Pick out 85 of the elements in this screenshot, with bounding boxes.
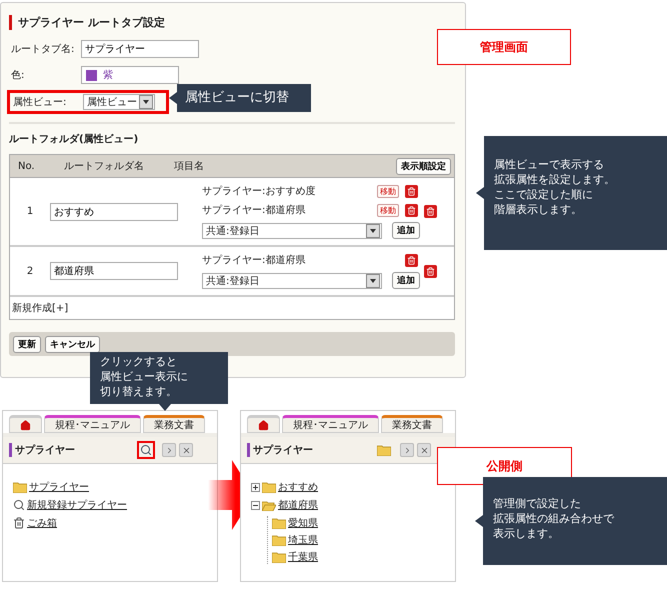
folder-icon xyxy=(272,552,286,562)
collapse-toggle[interactable] xyxy=(251,500,260,510)
tree-link[interactable]: ごみ箱 xyxy=(27,516,57,530)
row-number: 1 xyxy=(26,206,34,217)
tree-link[interactable]: 都道府県 xyxy=(278,498,318,512)
delete-button[interactable] xyxy=(424,205,437,218)
field-label: 属性ビュー: xyxy=(13,96,68,109)
callout-text: 拡張属性を設定します。 xyxy=(494,172,615,188)
color-field[interactable]: 紫 xyxy=(81,66,179,84)
callout-text: 属性ビュー表示に xyxy=(100,370,188,385)
callout-text: 拡張属性の組み合わせで xyxy=(493,512,614,527)
callout-text: 属性ビューで表示する xyxy=(494,158,604,173)
section-heading: ルートフォルダ(属性ビュー) xyxy=(9,132,140,146)
tree-link[interactable]: 愛知県 xyxy=(288,516,318,530)
row-number: 2 xyxy=(26,266,34,276)
magnifier-icon xyxy=(140,444,152,456)
callout-text: 表示します。 xyxy=(493,526,559,542)
color-name: 紫 xyxy=(103,68,113,82)
tree-link[interactable]: 埼玉県 xyxy=(288,533,318,547)
add-button[interactable]: 追加 xyxy=(392,222,420,239)
callout-text: 管理側で設定した xyxy=(493,497,581,512)
home-tab[interactable] xyxy=(247,415,280,433)
column-header: No. xyxy=(18,160,36,172)
field-label: 色: xyxy=(11,69,26,82)
folder-icon xyxy=(377,444,391,456)
trash-icon xyxy=(13,517,25,529)
view-select[interactable]: 属性ビュー xyxy=(83,94,155,110)
form-button[interactable]: キャンセル xyxy=(45,336,100,352)
home-icon xyxy=(20,420,31,430)
search-icon xyxy=(13,499,25,511)
dropdown-caret-icon xyxy=(366,274,380,288)
callout-text: クリックすると xyxy=(100,355,177,370)
close-icon xyxy=(420,446,428,454)
caption-label: 管理画面 xyxy=(437,29,571,65)
item-name: サプライヤー:都道府県 xyxy=(202,254,306,267)
folder-name-field[interactable]: 都道府県 xyxy=(50,262,178,280)
callout-text: ここで設定した順に xyxy=(494,188,593,203)
move-button[interactable]: 移動 xyxy=(377,184,399,198)
add-button[interactable]: 追加 xyxy=(392,272,420,289)
sort-order-button[interactable]: 表示順設定 xyxy=(396,158,451,174)
column-header: 項目名 xyxy=(174,160,205,173)
callout-text: 属性ビューに切替 xyxy=(185,89,289,107)
home-icon xyxy=(258,420,269,430)
input-field[interactable]: サプライヤー xyxy=(81,40,199,58)
expand-button[interactable] xyxy=(162,443,176,457)
close-icon xyxy=(182,446,190,454)
folder-name-field[interactable]: おすすめ xyxy=(50,202,178,220)
form-button[interactable]: 更新 xyxy=(13,336,41,352)
tree-link[interactable]: サプライヤー xyxy=(29,480,89,494)
tab[interactable]: 業務文書 xyxy=(381,415,443,433)
home-tab[interactable] xyxy=(9,415,42,433)
folder-icon xyxy=(272,518,286,528)
tab[interactable]: 規程･マニュアル xyxy=(44,415,141,433)
delete-button[interactable] xyxy=(405,204,418,216)
close-button[interactable] xyxy=(417,443,431,457)
tree-link[interactable]: 新規登録サプライヤー xyxy=(27,498,127,512)
view-toggle-button[interactable] xyxy=(137,441,155,459)
callout-text: 階層表示します。 xyxy=(494,202,582,218)
item-select[interactable]: 共通:登録日 xyxy=(202,272,382,288)
folder-icon xyxy=(272,534,286,546)
dropdown-caret-icon xyxy=(366,224,380,238)
tab[interactable]: 規程･マニュアル xyxy=(282,415,379,433)
dropdown-caret-icon xyxy=(139,95,153,109)
column-header: ルートフォルダ名 xyxy=(64,160,145,173)
delete-button[interactable] xyxy=(405,184,418,198)
move-button[interactable]: 移動 xyxy=(377,204,399,216)
delete-button[interactable] xyxy=(424,264,437,278)
panel-title: サプライヤー xyxy=(9,443,134,457)
callout-text: 切り替えます。 xyxy=(100,384,177,400)
tree-link[interactable]: おすすめ xyxy=(278,480,318,494)
item-name: サプライヤー:おすすめ度 xyxy=(202,184,316,198)
expand-button[interactable] xyxy=(400,443,414,457)
item-name: サプライヤー:都道府県 xyxy=(202,204,306,217)
folder-icon xyxy=(262,500,276,510)
item-select[interactable]: 共通:登録日 xyxy=(202,222,382,238)
field-label: ルートタブ名: xyxy=(11,42,76,56)
tree-link[interactable]: 千葉県 xyxy=(288,550,318,564)
tab[interactable]: 業務文書 xyxy=(143,415,205,433)
close-button[interactable] xyxy=(179,443,193,457)
expand-toggle[interactable] xyxy=(251,482,260,492)
panel-title: サプライヤー xyxy=(247,443,372,457)
delete-button[interactable] xyxy=(405,254,418,266)
new-folder-link[interactable]: 新規作成[+] xyxy=(10,297,454,319)
folder-icon xyxy=(262,482,276,492)
folder-icon xyxy=(13,482,27,492)
